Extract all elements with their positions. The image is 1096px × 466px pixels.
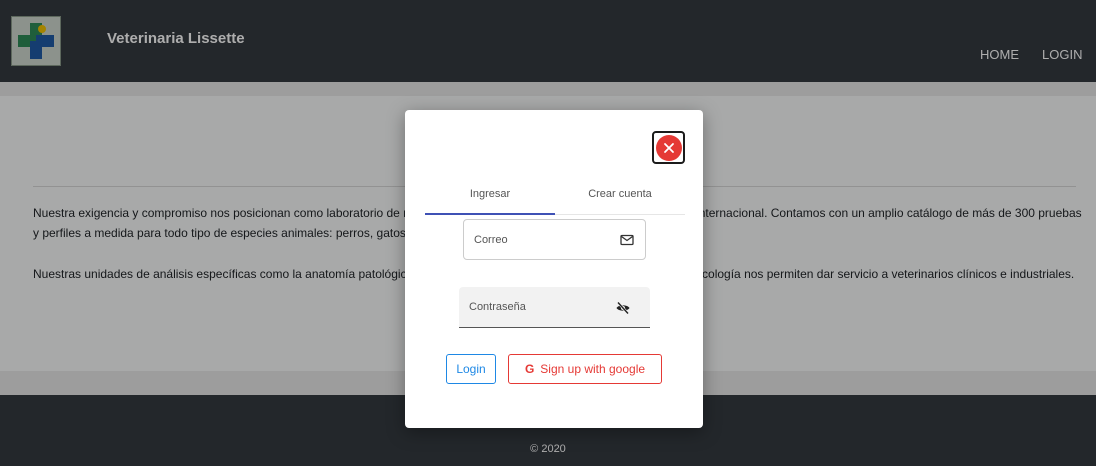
google-signup-button[interactable]: G Sign up with google [508, 354, 662, 384]
login-button[interactable]: Login [446, 354, 496, 384]
password-input[interactable] [469, 287, 609, 327]
google-signup-label: Sign up with google [540, 362, 646, 376]
mail-icon [619, 232, 635, 248]
email-input[interactable] [474, 220, 614, 259]
tab-signup[interactable]: Crear cuenta [555, 178, 685, 215]
close-icon [655, 134, 682, 161]
tab-login[interactable]: Ingresar [425, 178, 555, 215]
password-field [459, 287, 650, 328]
google-icon: G [524, 362, 535, 376]
email-field [463, 219, 646, 260]
login-modal: Ingresar Crear cuenta Login G Sign up wi… [405, 110, 703, 428]
eye-off-icon[interactable] [615, 300, 631, 316]
close-button[interactable] [652, 131, 685, 164]
auth-tabs: Ingresar Crear cuenta [425, 178, 685, 215]
